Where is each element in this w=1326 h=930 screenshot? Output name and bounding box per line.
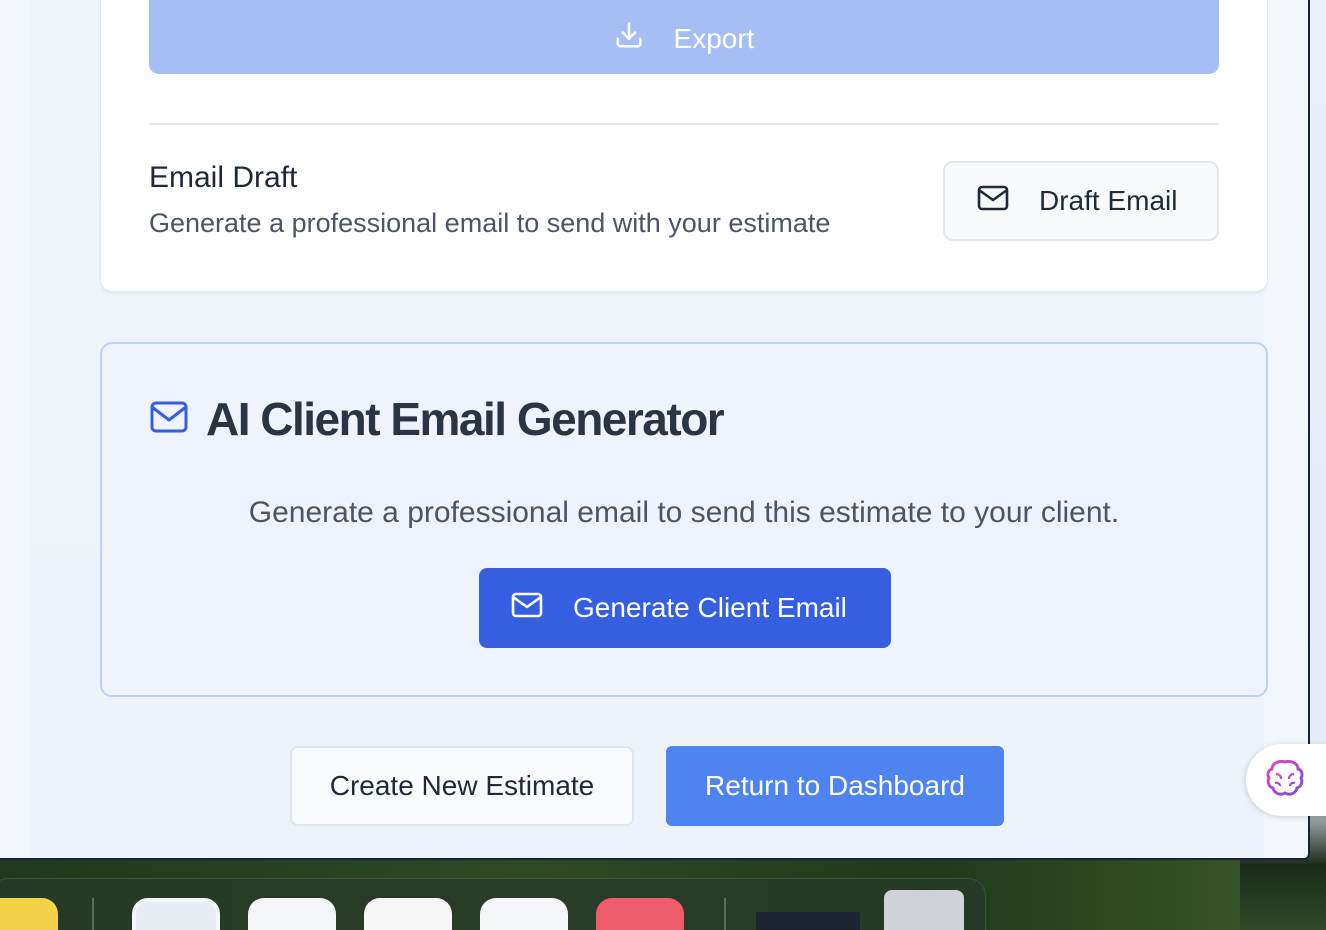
bottom-actions: Create New Estimate Return to Dashboard (30, 746, 1264, 826)
ai-generator-description: Generate a professional email to send th… (248, 496, 1120, 529)
assistant-button[interactable] (1246, 744, 1326, 816)
export-label: Export (673, 22, 755, 54)
generate-client-email-label: Generate Client Email (573, 592, 847, 623)
trash-icon[interactable] (884, 890, 964, 930)
export-button[interactable]: Export (149, 0, 1219, 74)
ai-title-row: AI Client Email Generator (150, 392, 725, 446)
music-icon[interactable] (596, 898, 684, 930)
email-draft-description: Generate a professional email to send wi… (149, 208, 831, 238)
download-icon (614, 20, 644, 57)
mail-icon (150, 401, 188, 438)
excel-icon[interactable] (480, 898, 568, 930)
app-window: Export Email Draft Generate a profession… (0, 0, 1310, 860)
mail-icon (977, 185, 1009, 218)
brain-icon (1264, 758, 1306, 803)
divider (149, 123, 1219, 125)
dock-separator (92, 898, 94, 930)
generate-client-email-button[interactable]: Generate Client Email (479, 568, 891, 648)
draft-email-button[interactable]: Draft Email (943, 161, 1219, 241)
email-draft-title: Email Draft (149, 161, 298, 194)
export-card: Export Email Draft Generate a profession… (100, 0, 1268, 292)
word-icon[interactable] (248, 898, 336, 930)
create-new-estimate-button[interactable]: Create New Estimate (290, 746, 634, 826)
mail-icon (511, 592, 543, 625)
draft-email-label: Draft Email (1039, 185, 1178, 216)
main-content: Export Email Draft Generate a profession… (30, 0, 1268, 858)
return-to-dashboard-button[interactable]: Return to Dashboard (666, 746, 1004, 826)
ai-email-generator-panel: AI Client Email Generator Generate a pro… (100, 342, 1268, 697)
screenshot-thumbnail[interactable] (756, 912, 860, 930)
dock-separator (724, 898, 726, 930)
finder-icon[interactable] (132, 898, 220, 930)
ai-generator-title: AI Client Email Generator (206, 393, 725, 445)
notes-icon[interactable] (0, 898, 58, 930)
textedit-icon[interactable] (364, 898, 452, 930)
